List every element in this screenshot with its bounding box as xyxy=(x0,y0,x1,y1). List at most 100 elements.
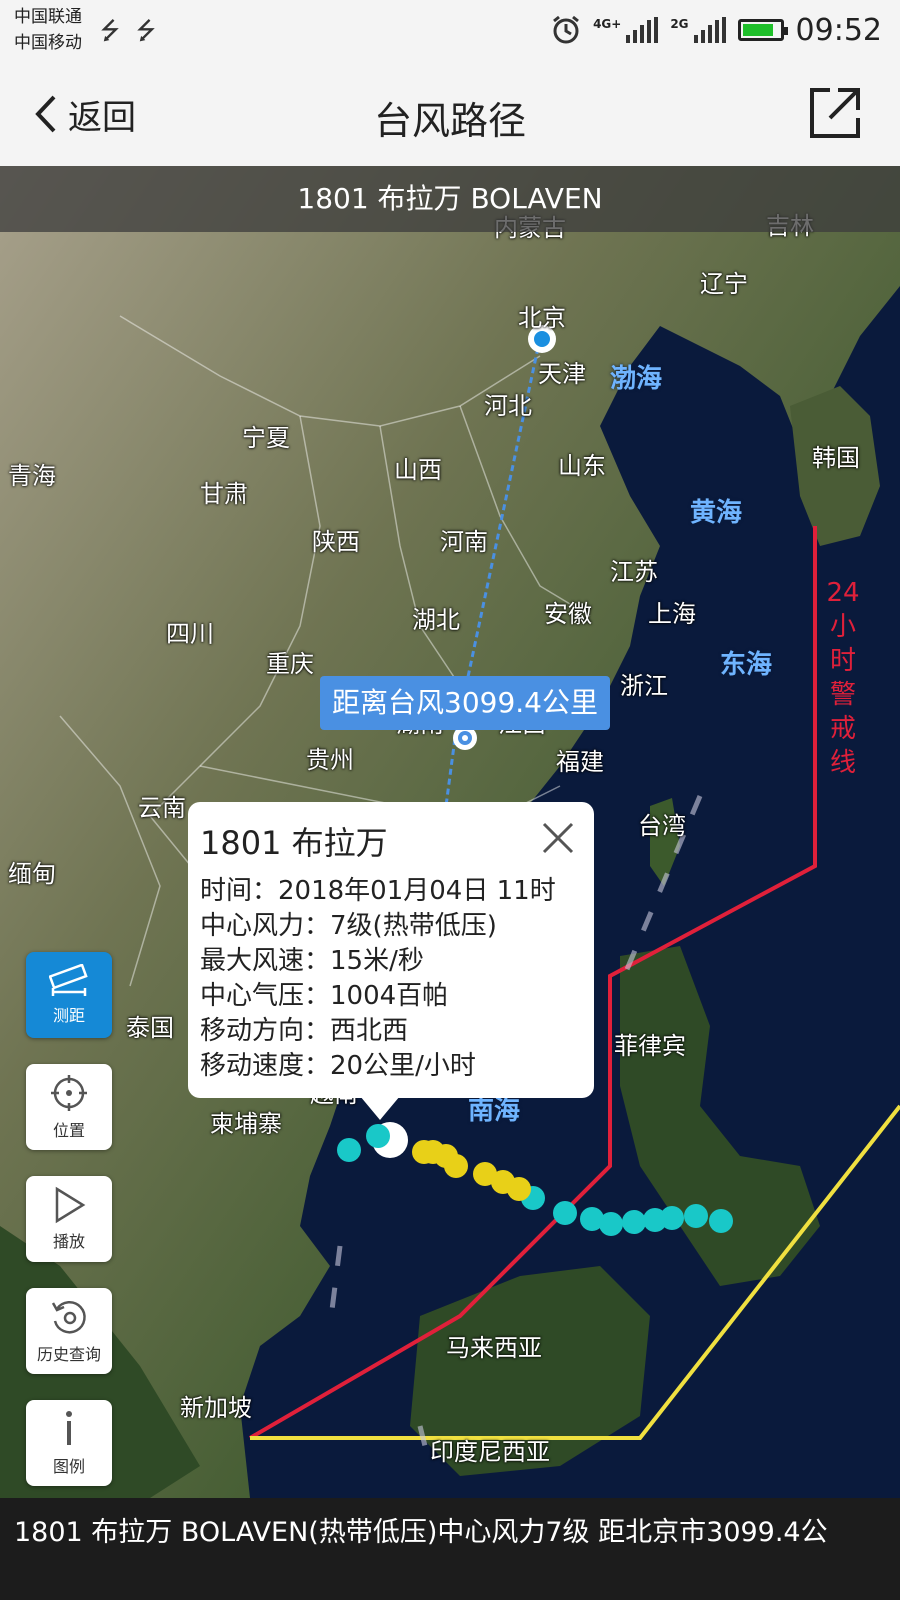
tool-label: 历史查询 xyxy=(36,1345,101,1364)
region-label: 重庆 xyxy=(266,650,314,678)
region-label: 青海 xyxy=(8,462,56,490)
play-button[interactable]: 播放 xyxy=(26,1176,112,1262)
history-button[interactable]: 历史查询 xyxy=(26,1288,112,1374)
signal-icon: 4G+ xyxy=(593,17,659,43)
tool-label: 图例 xyxy=(52,1457,85,1476)
region-label: 浙江 xyxy=(620,672,668,700)
sea-label: 东海 xyxy=(720,650,773,680)
region-label: 韩国 xyxy=(812,444,860,472)
tool-label: 测距 xyxy=(52,1006,85,1025)
row-value: 1004百帕 xyxy=(330,981,449,1011)
track-point xyxy=(684,1204,708,1228)
row-value: 7级(热带低压) xyxy=(330,911,497,941)
typhoon-info-popup: 1801 布拉万 时间：2018年01月04日 11时 中心风力：7级(热带低压… xyxy=(188,802,594,1120)
status-bar: 中国联通 中国移动 ⭍ ⭍ 4G+ 2G 09:52 xyxy=(0,0,900,62)
row-label: 时间： xyxy=(200,876,279,906)
row-value: 2018年01月04日 11时 xyxy=(278,876,556,906)
region-label: 泰国 xyxy=(126,1014,174,1042)
usb-icon: ⭍ xyxy=(100,17,120,45)
popup-title: 1801 布拉万 xyxy=(200,824,388,862)
usb-icon: ⭍ xyxy=(136,17,156,45)
region-label: 山东 xyxy=(558,452,606,480)
region-label: 马来西亚 xyxy=(446,1334,542,1362)
track-point xyxy=(366,1124,390,1148)
ruler-icon xyxy=(49,964,88,996)
row-label: 中心气压： xyxy=(200,981,331,1011)
region-label: 印度尼西亚 xyxy=(430,1438,550,1466)
region-label: 上海 xyxy=(648,600,696,628)
region-label: 缅甸 xyxy=(8,860,56,888)
popup-row-max-wind: 最大风速：15米/秒 xyxy=(200,944,582,979)
history-icon xyxy=(51,1301,86,1334)
region-label: 河北 xyxy=(484,392,532,420)
warning-line-label: 24小时警戒线 xyxy=(826,578,860,778)
region-label: 云南 xyxy=(138,794,186,822)
region-label: 山西 xyxy=(394,456,442,484)
region-label: 江苏 xyxy=(610,558,658,586)
carrier-label: 中国联通 xyxy=(14,7,82,27)
region-label: 宁夏 xyxy=(242,424,290,452)
sea-label: 渤海 xyxy=(610,364,663,394)
typhoon-header: 1801 布拉万 BOLAVEN xyxy=(0,166,900,232)
row-value: 15米/秒 xyxy=(330,946,424,976)
region-label: 四川 xyxy=(166,620,214,648)
row-value: 西北西 xyxy=(330,1016,409,1046)
track-point xyxy=(553,1201,577,1225)
network-type-label: 2G xyxy=(670,17,689,31)
popup-row-direction: 移动方向：西北西 xyxy=(200,1014,582,1049)
track-point xyxy=(412,1140,436,1164)
clock: 09:52 xyxy=(795,12,882,48)
network-type-label: 4G+ xyxy=(593,17,622,31)
region-label: 河南 xyxy=(440,528,488,556)
row-label: 最大风速： xyxy=(200,946,331,976)
track-point xyxy=(473,1162,497,1186)
tool-label: 位置 xyxy=(52,1121,85,1140)
measure-button[interactable]: 测距 xyxy=(26,952,112,1038)
row-label: 移动速度： xyxy=(200,1051,331,1081)
status-icons: 4G+ 2G 09:52 xyxy=(551,10,882,50)
sea-label: 黄海 xyxy=(690,498,743,528)
ticker-text: 1801 布拉万 BOLAVEN(热带低压)中心风力7级 距北京市3099.4公 xyxy=(14,1517,828,1548)
bottom-ticker-bar: 1801 布拉万 BOLAVEN(热带低压)中心风力7级 距北京市3099.4公 xyxy=(0,1498,900,1600)
close-icon[interactable] xyxy=(540,820,576,856)
popup-row-wind-level: 中心风力：7级(热带低压) xyxy=(200,909,582,944)
nav-bar: 返回 台风路径 xyxy=(0,62,900,167)
track-point xyxy=(337,1138,361,1162)
region-label: 新加坡 xyxy=(180,1394,252,1422)
location-button[interactable]: 位置 xyxy=(26,1064,112,1150)
region-label: 甘肃 xyxy=(200,480,248,508)
battery-icon xyxy=(737,19,788,41)
region-label: 辽宁 xyxy=(700,270,748,298)
popup-row-pressure: 中心气压：1004百帕 xyxy=(200,979,582,1014)
region-label: 陕西 xyxy=(312,528,360,556)
share-icon[interactable] xyxy=(806,84,864,142)
region-label: 柬埔寨 xyxy=(210,1110,282,1138)
region-label: 天津 xyxy=(538,360,586,388)
popup-row-time: 时间：2018年01月04日 11时 xyxy=(200,874,582,909)
popup-row-speed: 移动速度：20公里/小时 xyxy=(200,1049,582,1084)
carrier-label: 中国移动 xyxy=(14,33,82,53)
legend-button[interactable]: 图例 xyxy=(26,1400,112,1486)
page-title: 台风路径 xyxy=(373,99,526,143)
region-label: 贵州 xyxy=(306,746,354,774)
tool-label: 播放 xyxy=(52,1232,85,1251)
region-label: 福建 xyxy=(556,748,604,776)
alarm-icon xyxy=(553,15,579,44)
track-point xyxy=(709,1209,733,1233)
region-label: 菲律宾 xyxy=(614,1032,686,1060)
play-icon xyxy=(55,1186,86,1224)
track-point xyxy=(622,1210,646,1234)
distance-label: 距离台风3099.4公里 xyxy=(320,676,610,730)
track-point xyxy=(580,1207,604,1231)
region-label: 安徽 xyxy=(544,600,592,628)
region-label: 台湾 xyxy=(638,812,686,840)
track-point xyxy=(643,1208,667,1232)
row-label: 移动方向： xyxy=(200,1016,331,1046)
info-icon xyxy=(66,1411,72,1445)
region-label: 湖北 xyxy=(412,606,460,634)
row-value: 20公里/小时 xyxy=(330,1051,476,1081)
region-label: 北京 xyxy=(518,304,566,332)
crosshair-icon xyxy=(51,1075,87,1111)
signal-icon: 2G xyxy=(670,17,726,43)
popup-pointer xyxy=(360,1096,400,1120)
